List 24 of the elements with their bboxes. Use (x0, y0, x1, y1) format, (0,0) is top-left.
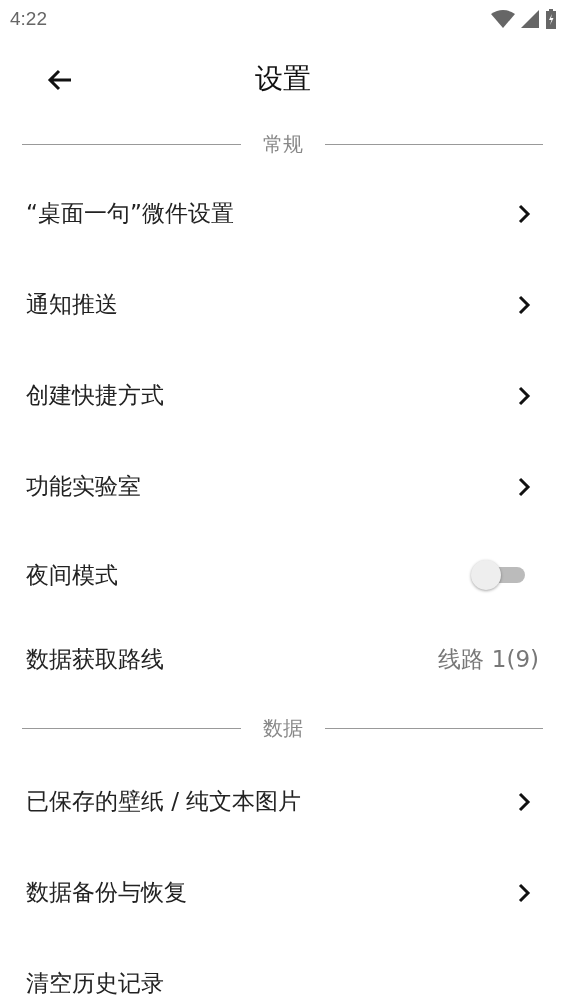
section-header: 常规 (262, 130, 303, 158)
settings-item[interactable]: “桌面一句”微件设置 (0, 168, 565, 259)
chevron-right-icon (517, 294, 531, 315)
night-mode-switch[interactable] (471, 560, 525, 590)
wifi-icon (491, 10, 515, 28)
signal-icon (521, 10, 539, 28)
chevron-right-icon (517, 882, 531, 903)
settings-item[interactable]: 功能实验室 (0, 441, 565, 532)
settings-item[interactable]: 清空历史记录 (0, 938, 565, 1004)
settings-item[interactable]: 数据获取路线 线路 1(9) (0, 618, 565, 700)
settings-item[interactable]: 已保存的壁纸 / 纯文本图片 (0, 756, 565, 847)
settings-item[interactable]: 数据备份与恢复 (0, 847, 565, 938)
chevron-right-icon (517, 791, 531, 812)
settings-item[interactable]: 夜间模式 (0, 532, 565, 618)
battery-icon (545, 9, 557, 29)
settings-item[interactable]: 创建快捷方式 (0, 350, 565, 441)
chevron-right-icon (517, 476, 531, 497)
back-arrow-icon (47, 69, 73, 91)
section-header: 数据 (262, 714, 303, 742)
chevron-right-icon (517, 385, 531, 406)
page-title: 设置 (254, 61, 311, 97)
settings-item[interactable]: 通知推送 (0, 259, 565, 350)
chevron-right-icon (517, 203, 531, 224)
status-time: 4:22 (10, 8, 47, 30)
